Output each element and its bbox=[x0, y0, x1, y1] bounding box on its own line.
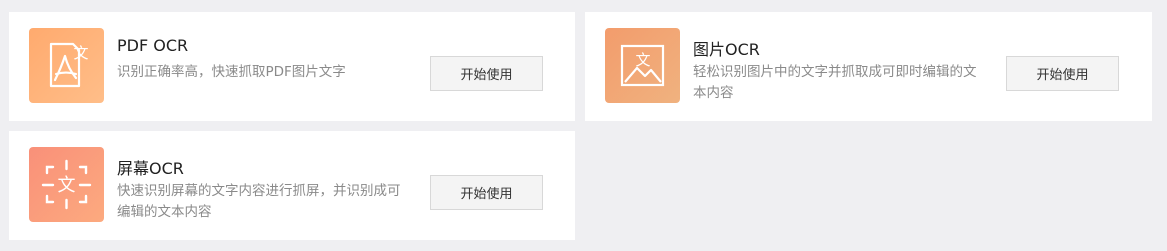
screen-ocr-card: 文 屏幕OCR 快速识别屏幕的文字内容进行抓屏，并识别成可编辑的文本内容 开始使… bbox=[9, 131, 575, 240]
start-button-screen-ocr[interactable]: 开始使用 bbox=[430, 175, 543, 210]
card-title: 屏幕OCR bbox=[117, 159, 184, 178]
image-ocr-card: 文 图片OCR 轻松识别图片中的文字并抓取成可即时编辑的文本内容 开始使用 bbox=[585, 12, 1152, 121]
start-button-pdf-ocr[interactable]: 开始使用 bbox=[430, 56, 543, 91]
start-button-image-ocr[interactable]: 开始使用 bbox=[1006, 56, 1119, 91]
icon-glyph: 文 bbox=[73, 44, 88, 62]
pdf-ocr-card: 文 PDF OCR 识别正确率高，快速抓取PDF图片文字 开始使用 bbox=[9, 12, 575, 121]
card-description: 识别正确率高，快速抓取PDF图片文字 bbox=[117, 64, 346, 80]
screen-capture-icon: 文 bbox=[29, 147, 104, 222]
picture-icon: 文 bbox=[605, 28, 680, 103]
icon-glyph: 文 bbox=[635, 51, 650, 69]
card-title: PDF OCR bbox=[117, 36, 189, 55]
card-title: 图片OCR bbox=[693, 40, 760, 59]
card-description: 快速识别屏幕的文字内容进行抓屏，并识别成可编辑的文本内容 bbox=[117, 183, 401, 220]
card-description: 轻松识别图片中的文字并抓取成可即时编辑的文本内容 bbox=[693, 64, 977, 101]
icon-glyph: 文 bbox=[58, 175, 76, 196]
pdf-document-icon: 文 bbox=[29, 28, 104, 103]
